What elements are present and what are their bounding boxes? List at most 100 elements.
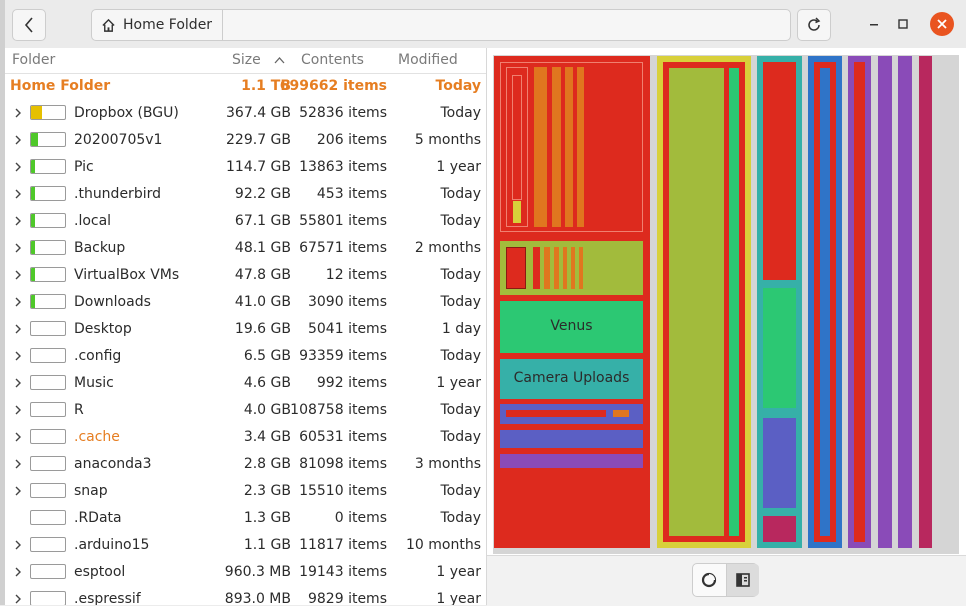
reload-button[interactable] bbox=[797, 9, 831, 41]
treemap-block[interactable] bbox=[506, 410, 606, 417]
treemap-block[interactable] bbox=[763, 418, 796, 508]
treemap-block-backup[interactable] bbox=[878, 56, 892, 548]
treemap-block-downloads[interactable] bbox=[919, 56, 932, 548]
treemap-block[interactable] bbox=[512, 75, 522, 200]
treemap-block[interactable] bbox=[534, 67, 547, 227]
treemap-block-venus[interactable]: Venus bbox=[500, 301, 643, 353]
folder-tree[interactable]: Folder Size Contents Modified Home Folde… bbox=[5, 48, 487, 605]
column-size[interactable]: Size bbox=[232, 52, 261, 68]
folder-size: 6.5 GB bbox=[243, 348, 291, 364]
expander-icon[interactable] bbox=[13, 565, 23, 579]
treemap-block[interactable] bbox=[500, 454, 643, 468]
expander-icon[interactable] bbox=[13, 592, 23, 605]
treemap-block-virtualbox[interactable] bbox=[898, 56, 912, 548]
folder-row[interactable]: .RData 1.3 GB 0 items Today bbox=[5, 505, 486, 532]
column-contents[interactable]: Contents bbox=[301, 52, 364, 68]
treemap-chart[interactable]: Venus Camera Uploads bbox=[493, 55, 959, 554]
folder-row[interactable]: snap 2.3 GB 15510 items Today bbox=[5, 478, 486, 505]
root-row[interactable]: Home Folder 1.1 TB 699662 items Today bbox=[5, 73, 486, 100]
folder-row[interactable]: VirtualBox VMs 47.8 GB 12 items Today bbox=[5, 262, 486, 289]
expander-icon[interactable] bbox=[13, 484, 23, 498]
ring-chart-icon bbox=[701, 572, 717, 588]
treemap-block[interactable] bbox=[565, 67, 573, 227]
expander-icon[interactable] bbox=[13, 376, 23, 390]
folder-contents: 206 items bbox=[316, 132, 387, 148]
usage-bar-fill bbox=[31, 295, 35, 308]
expander-icon[interactable] bbox=[13, 133, 23, 147]
maximize-button[interactable] bbox=[891, 12, 915, 36]
treemap-block[interactable] bbox=[763, 516, 796, 542]
folder-name: R bbox=[74, 402, 84, 418]
expander-icon[interactable] bbox=[13, 538, 23, 552]
folder-row[interactable]: Downloads 41.0 GB 3090 items Today bbox=[5, 289, 486, 316]
folder-row[interactable]: Dropbox (BGU) 367.4 GB 52836 items Today bbox=[5, 100, 486, 127]
folder-name: Dropbox (BGU) bbox=[74, 105, 179, 121]
expander-icon[interactable] bbox=[13, 349, 23, 363]
treemap-block[interactable] bbox=[563, 247, 567, 289]
folder-size: 67.1 GB bbox=[234, 213, 291, 229]
expander-icon[interactable] bbox=[13, 268, 23, 282]
treemap-block[interactable] bbox=[513, 201, 521, 223]
expander-icon[interactable] bbox=[13, 403, 23, 417]
ring-chart-button[interactable] bbox=[693, 564, 725, 596]
treemap-block[interactable] bbox=[820, 68, 830, 536]
column-modified[interactable]: Modified bbox=[398, 52, 458, 68]
expander-icon[interactable] bbox=[13, 214, 23, 228]
expander-icon[interactable] bbox=[13, 457, 23, 471]
folder-row[interactable]: .arduino15 1.1 GB 11817 items 10 months bbox=[5, 532, 486, 559]
treemap-block[interactable] bbox=[729, 68, 739, 536]
treemap-block[interactable] bbox=[579, 247, 583, 289]
column-folder[interactable]: Folder bbox=[12, 52, 55, 68]
folder-name: .RData bbox=[74, 510, 122, 526]
expander-icon[interactable] bbox=[13, 295, 23, 309]
folder-row[interactable]: Backup 48.1 GB 67571 items 2 months bbox=[5, 235, 486, 262]
folder-contents: 13863 items bbox=[299, 159, 387, 175]
folder-row[interactable]: 20200705v1 229.7 GB 206 items 5 months bbox=[5, 127, 486, 154]
treemap-block-camera-uploads[interactable]: Camera Uploads bbox=[500, 359, 643, 399]
folder-row[interactable]: Desktop 19.6 GB 5041 items 1 day bbox=[5, 316, 486, 343]
folder-name: .cache bbox=[74, 429, 120, 445]
folder-name: VirtualBox VMs bbox=[74, 267, 180, 283]
folder-row[interactable]: .config 6.5 GB 93359 items Today bbox=[5, 343, 486, 370]
folder-row[interactable]: .espressif 893.0 MB 9829 items 1 year bbox=[5, 586, 486, 605]
path-crumb-home[interactable]: Home Folder bbox=[92, 10, 224, 40]
folder-contents: 5041 items bbox=[307, 321, 387, 337]
folder-row[interactable]: .cache 3.4 GB 60531 items Today bbox=[5, 424, 486, 451]
treemap-block[interactable] bbox=[500, 430, 643, 448]
folder-row[interactable]: .local 67.1 GB 55801 items Today bbox=[5, 208, 486, 235]
folder-row[interactable]: R 4.0 GB 108758 items Today bbox=[5, 397, 486, 424]
close-button[interactable] bbox=[930, 12, 954, 36]
folder-row[interactable]: Music 4.6 GB 992 items 1 year bbox=[5, 370, 486, 397]
treemap-block[interactable] bbox=[544, 247, 550, 289]
treemap-block[interactable] bbox=[554, 247, 559, 289]
expander-icon[interactable] bbox=[13, 160, 23, 174]
treemap-block[interactable] bbox=[533, 247, 540, 289]
expander-icon[interactable] bbox=[13, 430, 23, 444]
treemap-block[interactable] bbox=[506, 247, 526, 289]
treemap-block[interactable] bbox=[571, 247, 575, 289]
expander-icon[interactable] bbox=[13, 241, 23, 255]
treemap-chart-button[interactable] bbox=[726, 564, 759, 596]
folder-row[interactable]: .thunderbird 92.2 GB 453 items Today bbox=[5, 181, 486, 208]
treemap-block[interactable] bbox=[669, 68, 724, 536]
treemap-block[interactable] bbox=[577, 67, 584, 227]
treemap-block[interactable] bbox=[854, 62, 865, 542]
folder-size: 41.0 GB bbox=[234, 294, 291, 310]
folder-contents: 12 items bbox=[325, 267, 387, 283]
treemap-block[interactable] bbox=[613, 410, 629, 417]
expander-icon[interactable] bbox=[13, 322, 23, 336]
folder-row[interactable]: esptool 960.3 MB 19143 items 1 year bbox=[5, 559, 486, 586]
back-button[interactable] bbox=[12, 9, 46, 41]
folder-row[interactable]: anaconda3 2.8 GB 81098 items 3 months bbox=[5, 451, 486, 478]
folder-modified: 2 months bbox=[414, 240, 481, 256]
expander-icon[interactable] bbox=[13, 187, 23, 201]
treemap-block[interactable] bbox=[763, 62, 796, 280]
folder-modified: 10 months bbox=[406, 537, 481, 553]
treemap-block[interactable] bbox=[552, 67, 561, 227]
folder-size: 960.3 MB bbox=[224, 564, 291, 580]
folder-name: esptool bbox=[74, 564, 126, 580]
folder-row[interactable]: Pic 114.7 GB 13863 items 1 year bbox=[5, 154, 486, 181]
treemap-block[interactable] bbox=[763, 288, 796, 408]
expander-icon[interactable] bbox=[13, 106, 23, 120]
minimize-button[interactable] bbox=[862, 12, 886, 36]
